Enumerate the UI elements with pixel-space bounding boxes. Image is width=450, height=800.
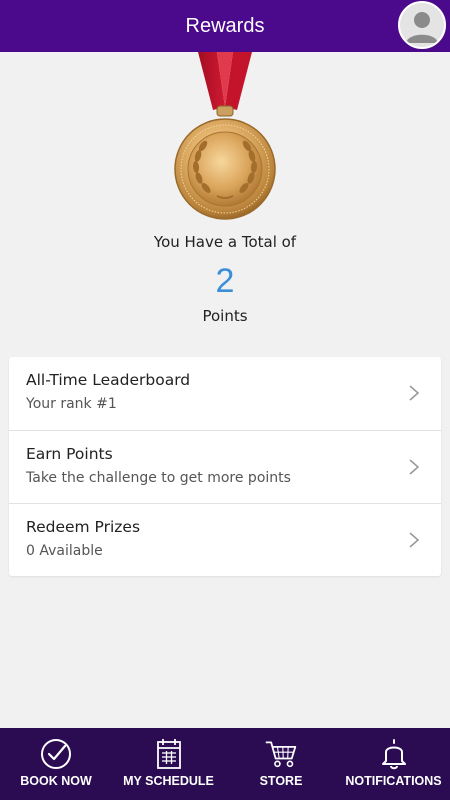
calendar-icon — [152, 737, 186, 771]
redeem-prizes-subtitle: 0 Available — [26, 543, 103, 559]
leaderboard-subtitle: Your rank #1 — [26, 396, 117, 412]
bell-icon — [377, 737, 411, 771]
medal-icon — [165, 52, 285, 230]
earn-points-title: Earn Points — [26, 445, 113, 463]
chevron-right-icon — [409, 459, 420, 475]
points-unit: Points — [202, 307, 248, 325]
nav-my-schedule[interactable]: MY SCHEDULE — [112, 728, 225, 800]
cart-icon — [264, 737, 298, 771]
leaderboard-title: All-Time Leaderboard — [26, 371, 191, 389]
page-title: Rewards — [185, 14, 265, 37]
chevron-right-icon — [409, 532, 420, 548]
nav-store-label: STORE — [259, 774, 303, 788]
leaderboard-row[interactable]: All-Time Leaderboard Your rank #1 — [9, 357, 441, 430]
redeem-prizes-title: Redeem Prizes — [26, 518, 141, 536]
chevron-right-icon — [409, 385, 420, 401]
bottom-nav: BOOK NOW MY SCHEDULE STORE NOTIFICATIONS — [0, 728, 450, 800]
nav-notifications-label: NOTIFICATIONS — [345, 774, 442, 788]
earn-points-row[interactable]: Earn Points Take the challenge to get mo… — [9, 430, 441, 503]
nav-book-now[interactable]: BOOK NOW — [0, 728, 112, 800]
user-avatar-icon — [400, 3, 444, 47]
check-circle-icon — [39, 737, 73, 771]
nav-notifications[interactable]: NOTIFICATIONS — [337, 728, 450, 800]
earn-points-subtitle: Take the challenge to get more points — [26, 470, 291, 486]
points-label: You Have a Total of — [153, 233, 297, 251]
profile-avatar-button[interactable] — [398, 1, 446, 49]
nav-my-schedule-label: MY SCHEDULE — [123, 774, 214, 788]
nav-store[interactable]: STORE — [225, 728, 337, 800]
rewards-menu-card: All-Time Leaderboard Your rank #1 Earn P… — [9, 357, 441, 576]
app-header: Rewards — [0, 0, 450, 52]
redeem-prizes-row[interactable]: Redeem Prizes 0 Available — [9, 503, 441, 576]
nav-book-now-label: BOOK NOW — [20, 774, 92, 788]
points-value: 2 — [215, 262, 235, 300]
